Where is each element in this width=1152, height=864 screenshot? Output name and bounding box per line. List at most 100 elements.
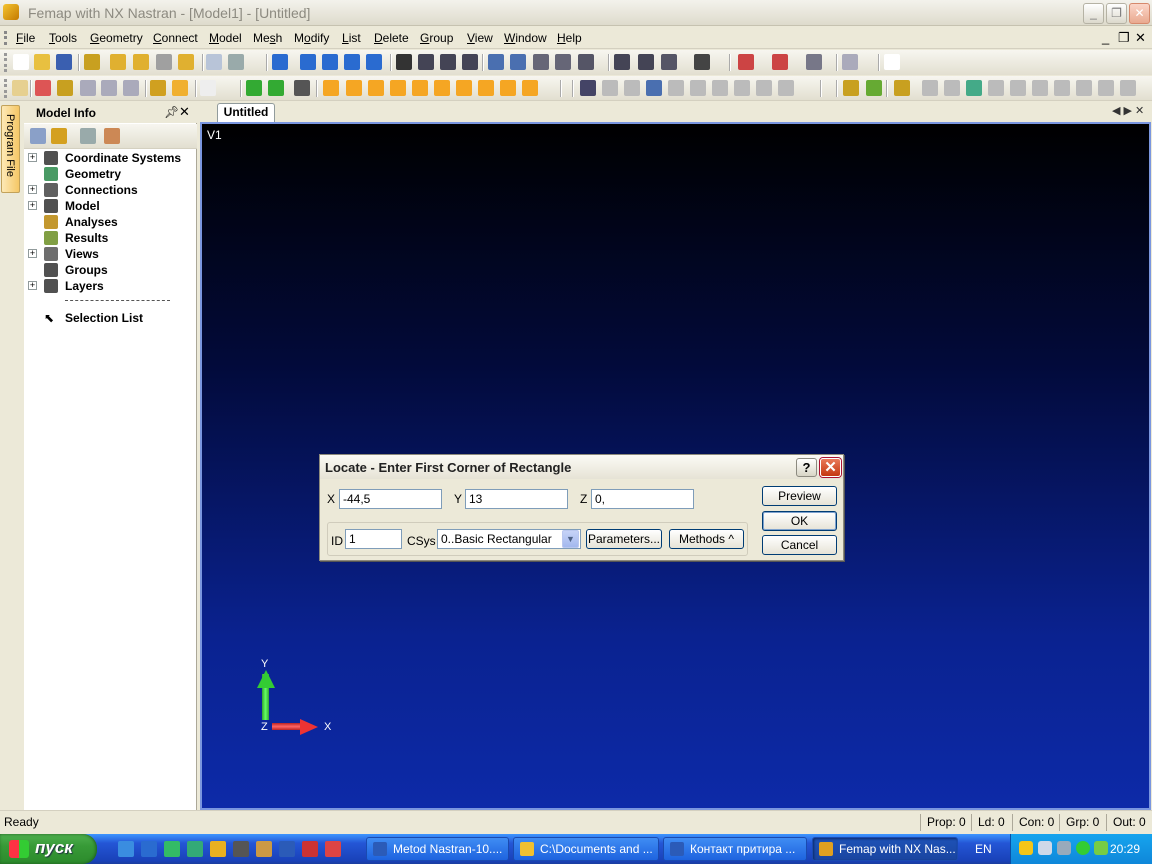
toolbar-tool-icon[interactable] — [396, 54, 412, 70]
mdi-minimize-button[interactable]: _ — [1102, 30, 1109, 45]
toolbar-tool-icon[interactable] — [944, 80, 960, 96]
quick-launch-icon[interactable] — [187, 841, 203, 857]
tab-navigation[interactable]: ◀ ▶ ✕ — [1112, 104, 1144, 117]
toolbar-tool-icon[interactable] — [884, 54, 900, 70]
toolbar-tool-icon[interactable] — [988, 80, 1004, 96]
menu-item-connect[interactable]: Connect — [153, 31, 198, 45]
toolbar-tool-icon[interactable] — [661, 54, 677, 70]
menu-item-file[interactable]: File — [16, 31, 35, 45]
toolbar-tool-icon[interactable] — [101, 80, 117, 96]
toolbar-tool-icon[interactable] — [34, 54, 50, 70]
expand-icon[interactable]: + — [28, 153, 37, 162]
start-button[interactable]: пуск — [0, 834, 97, 864]
toolbar-tool-icon[interactable] — [1098, 80, 1114, 96]
menu-item-tools[interactable]: Tools — [49, 31, 77, 45]
toolbar-tool-icon[interactable] — [434, 80, 450, 96]
toolbar-tool-icon[interactable] — [268, 80, 284, 96]
toolbar-tool-icon[interactable] — [456, 80, 472, 96]
toolbar-tool-icon[interactable] — [866, 80, 882, 96]
toolbar-tool-icon[interactable] — [555, 54, 571, 70]
toolbar-tool-icon[interactable] — [246, 80, 262, 96]
toolbar-tool-icon[interactable] — [294, 80, 310, 96]
toolbar-tool-icon[interactable] — [533, 54, 549, 70]
expand-icon[interactable]: + — [28, 249, 37, 258]
toolbar-tool-icon[interactable] — [580, 80, 596, 96]
toolbar-tool-icon[interactable] — [418, 54, 434, 70]
language-indicator[interactable]: EN — [975, 842, 992, 856]
toolbar-tool-icon[interactable] — [56, 54, 72, 70]
menu-item-window[interactable]: Window — [504, 31, 547, 45]
csys-select[interactable]: 0..Basic Rectangular — [437, 529, 581, 549]
mdi-restore-button[interactable]: ❐ — [1118, 30, 1130, 46]
toolbar-tool-icon[interactable] — [172, 80, 188, 96]
tree-item-connections[interactable]: + Connections — [24, 182, 197, 198]
toolbar-tool-icon[interactable] — [12, 80, 28, 96]
femap-app-icon[interactable] — [3, 4, 19, 20]
toolbar-tool-icon[interactable] — [712, 80, 728, 96]
toolbar-tool-icon[interactable] — [894, 80, 910, 96]
toolbar-tool-icon[interactable] — [738, 54, 754, 70]
tray-antivirus-icon[interactable] — [1076, 841, 1090, 855]
tray-network-icon[interactable] — [1038, 841, 1052, 855]
menu-item-geometry[interactable]: Geometry — [90, 31, 143, 45]
toolbar-tool-icon[interactable] — [462, 54, 478, 70]
close-button[interactable]: ✕ — [1129, 3, 1150, 24]
pin-icon[interactable]: 📌︎ — [164, 105, 179, 119]
quick-launch-icon[interactable] — [141, 841, 157, 857]
close-pane-icon[interactable]: ✕ — [179, 104, 190, 120]
menu-item-modify[interactable]: Modify — [294, 31, 329, 45]
toolbar-tool-icon[interactable] — [510, 54, 526, 70]
chevron-down-icon[interactable]: ▼ — [562, 530, 579, 548]
tree-item-groups[interactable]: Groups — [24, 262, 197, 278]
menu-item-help[interactable]: Help — [557, 31, 582, 45]
z-coordinate-input[interactable] — [591, 489, 694, 509]
toolbar-tool-icon[interactable] — [123, 80, 139, 96]
mdi-close-button[interactable]: ✕ — [1135, 30, 1146, 46]
toolbar-tool-icon[interactable] — [57, 80, 73, 96]
toolbar-tool-icon[interactable] — [646, 80, 662, 96]
quick-launch-icon[interactable] — [256, 841, 272, 857]
toolbar-tool-icon[interactable] — [842, 54, 858, 70]
tray-monitor-icon[interactable] — [1057, 841, 1071, 855]
tree-tools-icon[interactable] — [104, 128, 120, 144]
tree-item-layers[interactable]: + Layers — [24, 278, 197, 294]
tree-options-icon[interactable] — [30, 128, 46, 144]
toolbar-tool-icon[interactable] — [734, 80, 750, 96]
program-file-tab[interactable]: Program File — [1, 105, 20, 193]
toolbar-tool-icon[interactable] — [478, 80, 494, 96]
cancel-button[interactable]: Cancel — [762, 535, 837, 555]
toolbar-tool-icon[interactable] — [488, 54, 504, 70]
toolbar-grip[interactable] — [4, 53, 7, 72]
expand-icon[interactable]: + — [28, 185, 37, 194]
quick-launch-icon[interactable] — [325, 841, 341, 857]
methods-button[interactable]: Methods ^ — [669, 529, 744, 549]
toolbar-tool-icon[interactable] — [690, 80, 706, 96]
toolbar-grip[interactable] — [4, 79, 7, 98]
y-coordinate-input[interactable] — [465, 489, 568, 509]
toolbar-tool-icon[interactable] — [638, 54, 654, 70]
tree-item-results[interactable]: Results — [24, 230, 197, 246]
dialog-close-button[interactable]: ✕ — [820, 458, 841, 477]
menu-item-model[interactable]: Model — [209, 31, 242, 45]
x-coordinate-input[interactable] — [339, 489, 442, 509]
menu-item-mesh[interactable]: Mesh — [253, 31, 282, 45]
tray-nvidia-icon[interactable] — [1094, 841, 1108, 855]
toolbar-tool-icon[interactable] — [1032, 80, 1048, 96]
menu-item-group[interactable]: Group — [420, 31, 453, 45]
menu-grip[interactable] — [4, 31, 7, 45]
taskbar-button-1[interactable]: Metod Nastran-10.... — [366, 837, 509, 861]
quick-launch-icon[interactable] — [164, 841, 180, 857]
toolbar-tool-icon[interactable] — [806, 54, 822, 70]
toolbar-tool-icon[interactable] — [323, 80, 339, 96]
toolbar-tool-icon[interactable] — [366, 54, 382, 70]
toolbar-tool-icon[interactable] — [110, 54, 126, 70]
toolbar-tool-icon[interactable] — [412, 80, 428, 96]
toolbar-tool-icon[interactable] — [578, 54, 594, 70]
toolbar-tool-icon[interactable] — [368, 80, 384, 96]
toolbar-tool-icon[interactable] — [272, 54, 288, 70]
toolbar-tool-icon[interactable] — [500, 80, 516, 96]
minimize-button[interactable]: _ — [1083, 3, 1104, 24]
tree-item-coordinate-systems[interactable]: + Coordinate Systems — [24, 150, 197, 166]
preview-button[interactable]: Preview — [762, 486, 837, 506]
toolbar-tool-icon[interactable] — [178, 54, 194, 70]
